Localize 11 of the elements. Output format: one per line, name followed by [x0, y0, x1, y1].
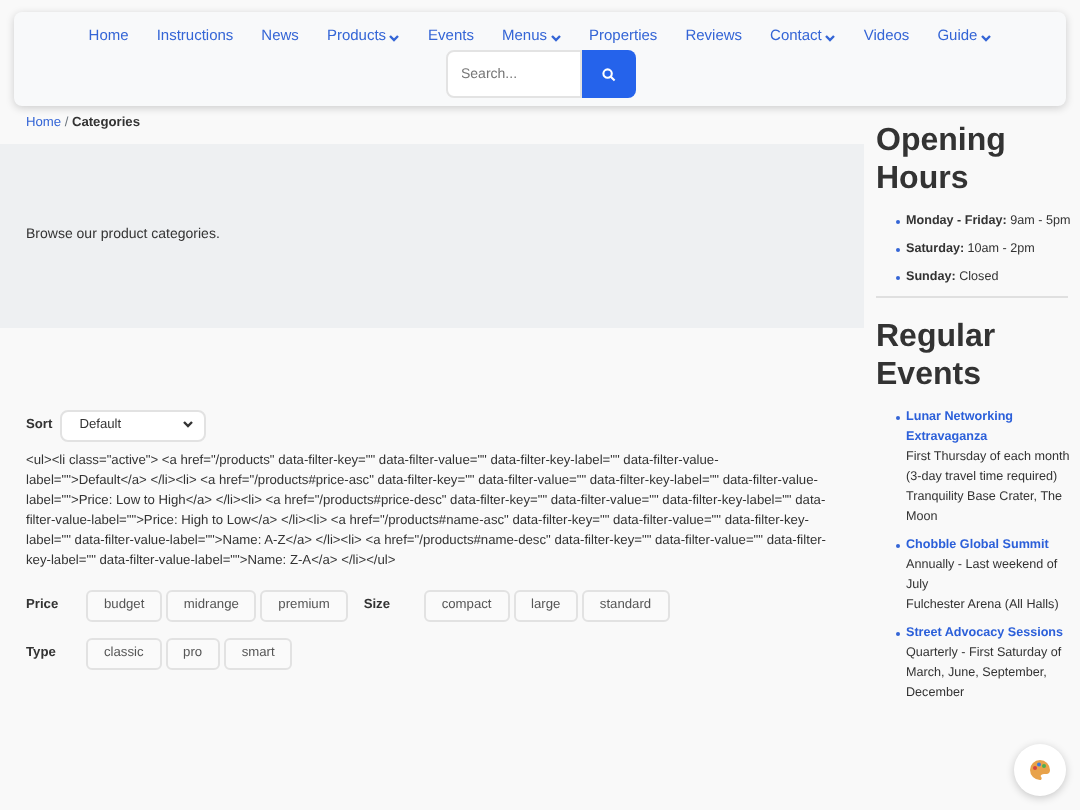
sidebar-heading: Opening Hours: [876, 122, 1008, 198]
chevron-down-icon: [823, 33, 836, 44]
search-button[interactable]: [581, 50, 635, 98]
chevron-down-icon: [388, 33, 401, 44]
theme-button[interactable]: [1014, 744, 1066, 796]
palette-icon: [1028, 758, 1052, 782]
chevron-down-icon: [181, 420, 194, 431]
search-icon: [601, 67, 615, 81]
sidebar-heading: Regular Events: [876, 318, 998, 394]
chevron-down-icon: [549, 33, 561, 44]
chevron-down-icon: [979, 33, 992, 44]
